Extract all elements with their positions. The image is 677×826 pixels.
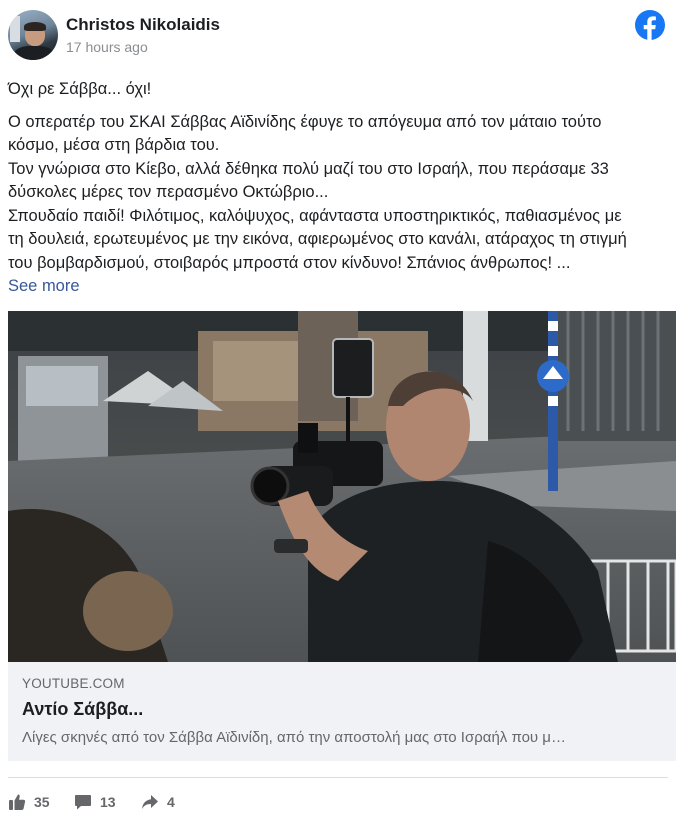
post-line: δύσκολες μέρες τον περασμένο Οκτώβριο... [8,183,329,201]
link-preview-card[interactable]: YOUTUBE.COM Αντίο Σάββα... Λίγες σκηνές … [8,311,676,761]
footer-divider [8,777,668,778]
post-line: Σπουδαίο παιδί! Φιλότιμος, καλόψυχος, αφ… [8,206,622,225]
post-line: τη δουλειά, ερωτευμένος με την εικόνα, α… [8,230,627,248]
post-timestamp[interactable]: 17 hours ago [66,39,148,55]
post-greeting: Όχι ρε Σάββα... όχι! [8,80,152,98]
post-text: Όχι ρε Σάββα... όχι! Ο οπερατέρ του ΣΚΑΙ… [8,78,670,299]
avatar[interactable] [8,10,58,60]
link-title[interactable]: Αντίο Σάββα... [22,699,662,720]
link-description: Λίγες σκηνές από τον Σάββα Αϊδινίδη, από… [22,729,566,746]
post-line: του βομβαρδισμού, στοιβαρός μπροστά στον… [8,253,571,272]
post-header: Christos Nikolaidis 17 hours ago [8,10,669,60]
likes-count: 35 [34,794,50,810]
likes-button[interactable]: 35 [8,788,50,816]
thumbs-up-icon [9,794,26,810]
post-line: Τον γνώρισα στο Κίεβο, αλλά δέθηκα πολύ … [8,159,609,178]
author-name[interactable]: Christos Nikolaidis [66,15,220,35]
link-domain: YOUTUBE.COM [22,676,125,691]
post-line: κόσμο, μέσα στη βάρδια του. [8,136,220,154]
see-more-link[interactable]: See more [8,277,80,295]
shares-count: 4 [167,794,175,810]
facebook-post: Christos Nikolaidis 17 hours ago Όχι ρε … [0,0,677,826]
comments-button[interactable]: 13 [74,788,116,816]
link-preview-meta[interactable]: YOUTUBE.COM Αντίο Σάββα... Λίγες σκηνές … [8,662,676,761]
post-line: Ο οπερατέρ του ΣΚΑΙ Σάββας Αϊδινίδης έφυ… [8,112,602,131]
post-footer: 35 13 4 [8,788,669,816]
cameraman-photo [8,311,676,662]
comment-icon [75,795,91,810]
shares-button[interactable]: 4 [141,788,175,816]
comments-count: 13 [100,794,116,810]
share-arrow-icon [142,795,158,809]
link-preview-thumbnail[interactable] [8,311,676,662]
facebook-icon[interactable] [635,10,665,40]
